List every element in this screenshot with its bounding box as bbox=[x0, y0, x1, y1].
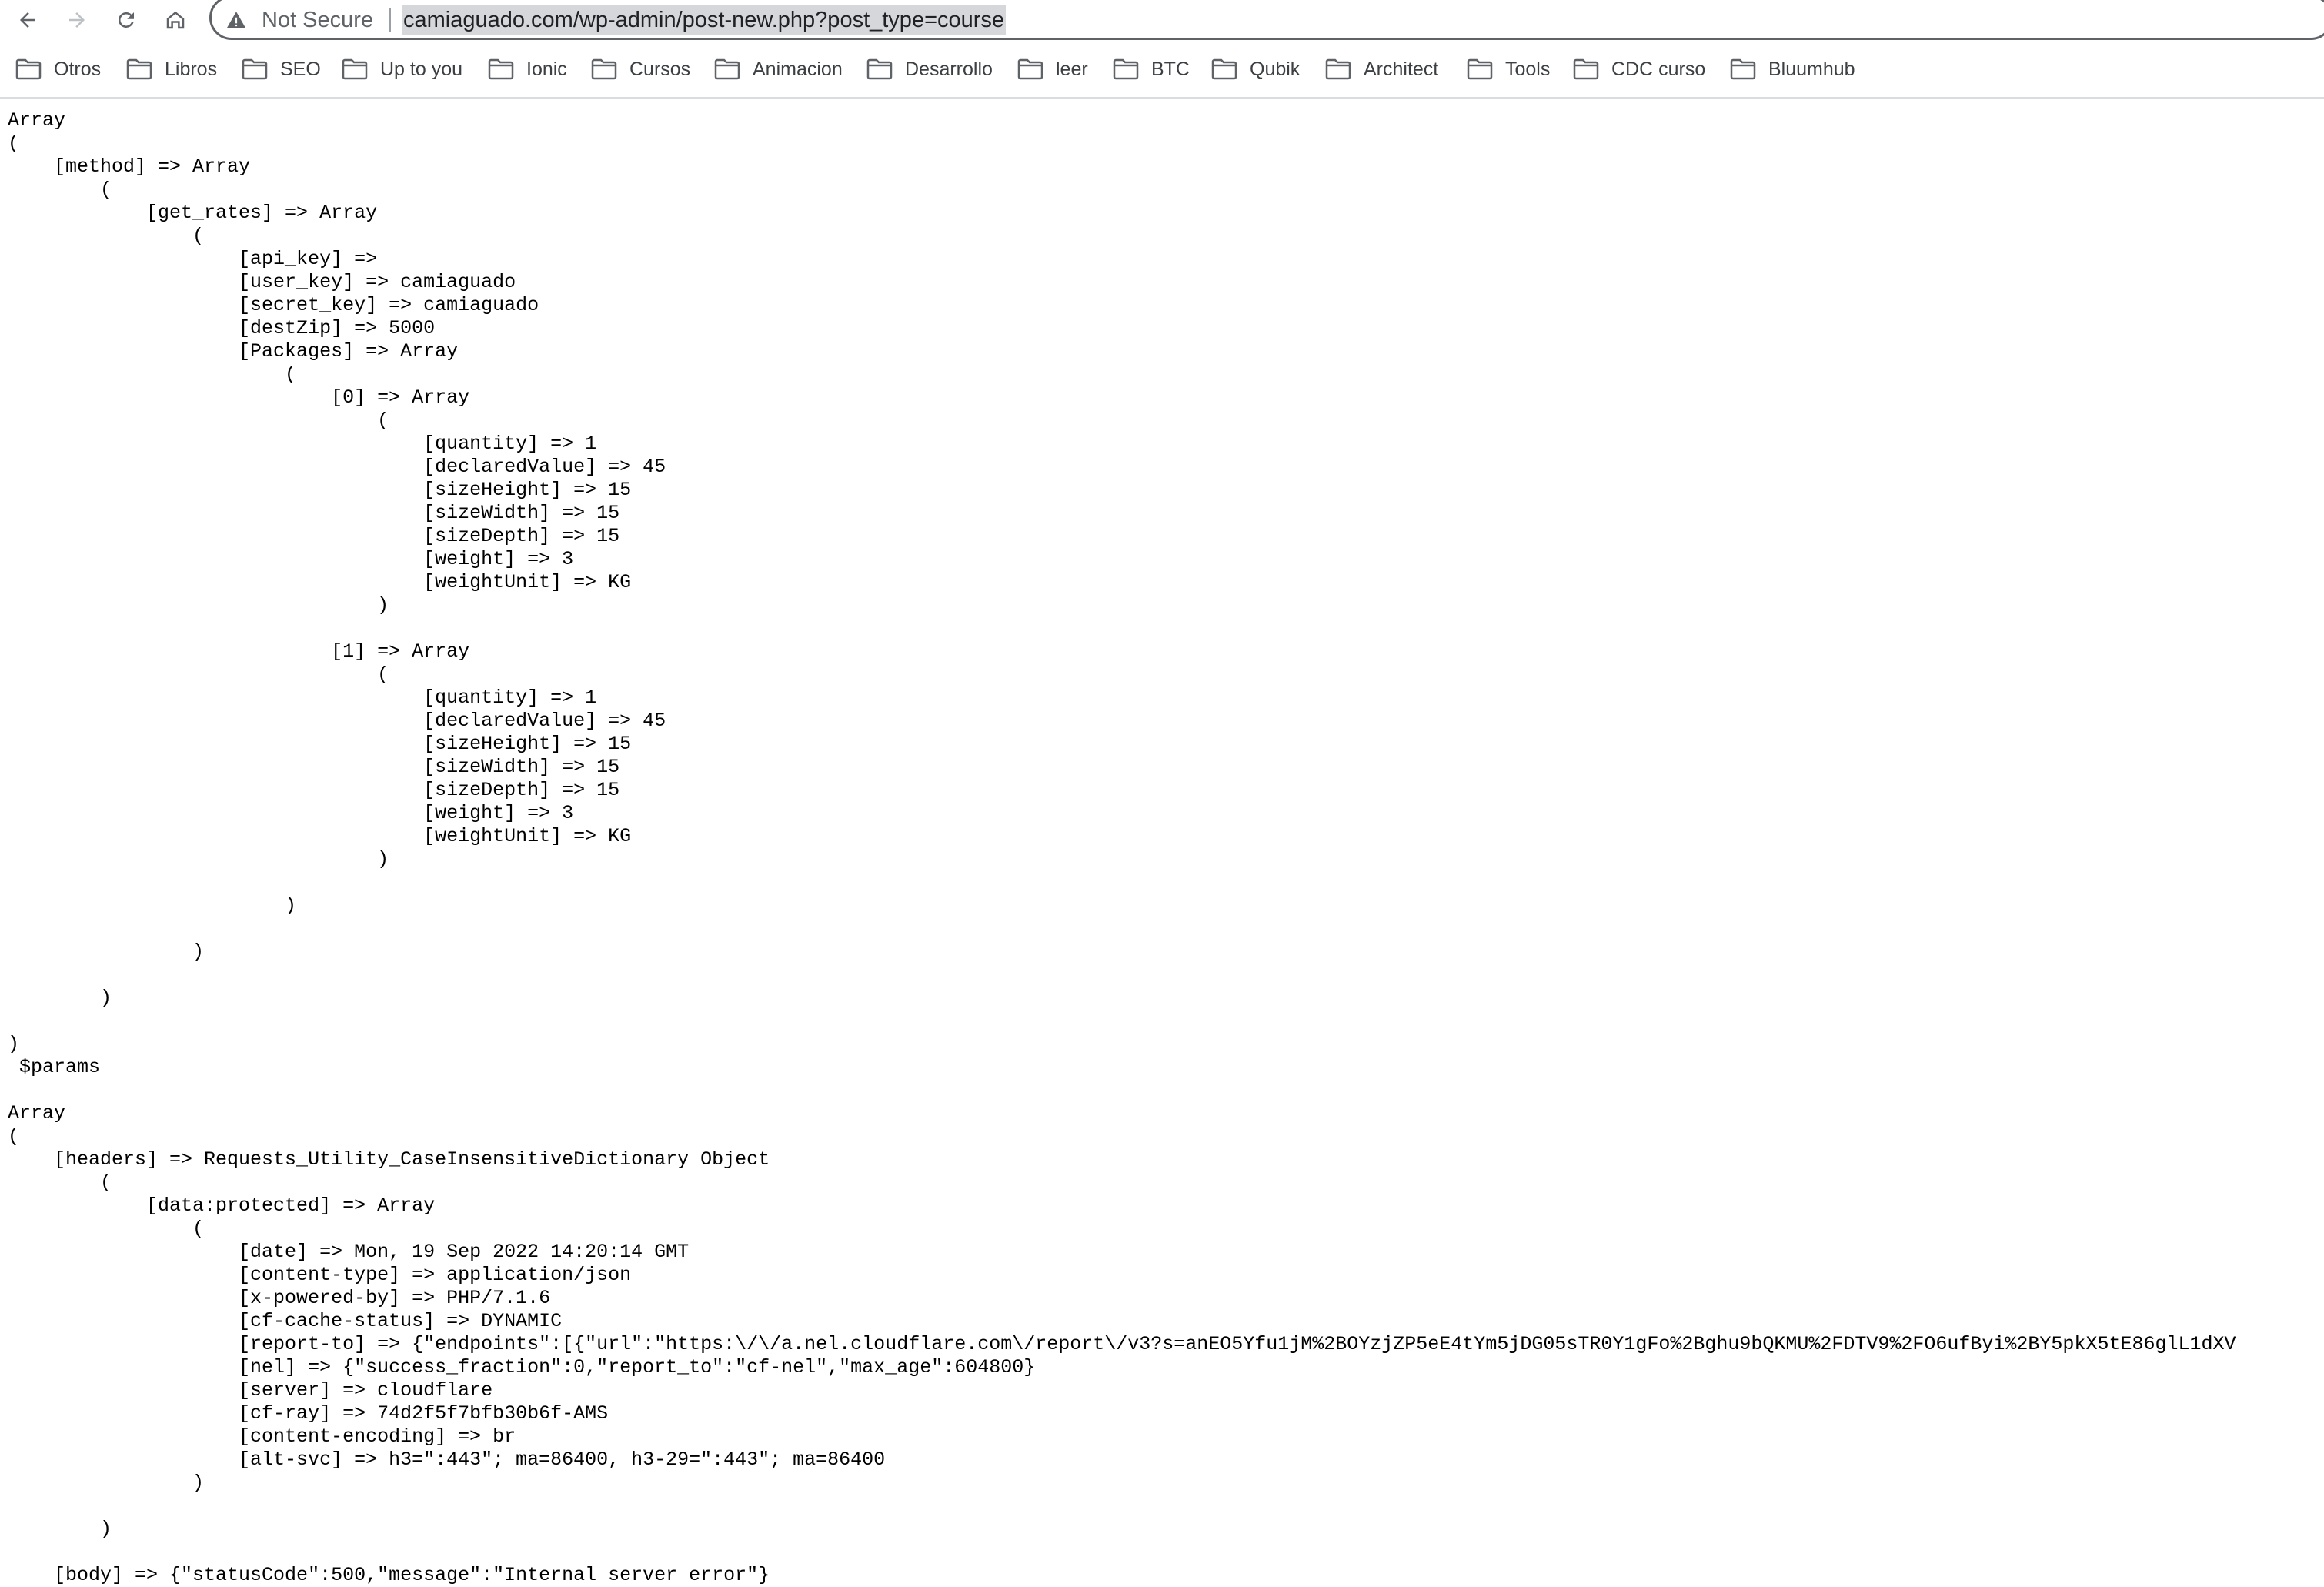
bookmark-desarrollo[interactable]: Desarrollo bbox=[866, 54, 993, 85]
bookmark-libros[interactable]: Libros bbox=[126, 54, 217, 85]
folder-icon bbox=[1325, 58, 1351, 80]
bookmarks-bar: Otros Libros SEO Up to you Ionic Cursos … bbox=[0, 45, 2324, 94]
folder-icon bbox=[1467, 58, 1493, 80]
bookmark-bluumhub[interactable]: Bluumhub bbox=[1730, 54, 1855, 85]
folder-icon bbox=[591, 58, 617, 80]
bookmark-label: Qubik bbox=[1250, 58, 1301, 80]
bookmark-label: Up to you bbox=[380, 58, 463, 80]
php-array-dump: Array ( [method] => Array ( [get_rates] … bbox=[8, 109, 2236, 1586]
bookmark-label: Libros bbox=[165, 58, 218, 80]
bookmark-btc[interactable]: BTC bbox=[1113, 54, 1190, 85]
folder-icon bbox=[866, 58, 893, 80]
bookmark-leer[interactable]: leer bbox=[1017, 54, 1088, 85]
bookmark-label: Cursos bbox=[629, 58, 691, 80]
folder-icon bbox=[1017, 58, 1043, 80]
bookmark-label: Desarrollo bbox=[905, 58, 993, 80]
bookmark-label: Ionic bbox=[526, 58, 567, 80]
arrow-right-icon bbox=[69, 12, 85, 28]
folder-icon bbox=[126, 58, 152, 80]
arrow-left-icon bbox=[20, 12, 35, 28]
folder-icon bbox=[714, 58, 740, 80]
back-button[interactable] bbox=[6, 0, 49, 40]
warning-triangle-icon[interactable] bbox=[226, 11, 246, 29]
folder-icon bbox=[1730, 58, 1756, 80]
bookmark-cursos[interactable]: Cursos bbox=[591, 54, 690, 85]
security-status-label[interactable]: Not Secure bbox=[262, 5, 373, 35]
bookmark-label: SEO bbox=[280, 58, 321, 80]
url-text[interactable]: camiaguado.com/wp-admin/post-new.php?pos… bbox=[402, 5, 1007, 35]
bookmark-tools[interactable]: Tools bbox=[1467, 54, 1550, 85]
bookmark-label: CDC curso bbox=[1611, 58, 1706, 80]
home-button[interactable] bbox=[154, 0, 197, 40]
folder-icon bbox=[342, 58, 368, 80]
bookmark-architect[interactable]: Architect bbox=[1325, 54, 1438, 85]
folder-icon bbox=[488, 58, 514, 80]
browser-toolbar: Not Secure camiaguado.com/wp-admin/post-… bbox=[0, 0, 2324, 40]
folder-icon bbox=[15, 58, 42, 80]
forward-button[interactable] bbox=[55, 0, 99, 40]
bookmark-label: Animacion bbox=[753, 58, 843, 80]
reload-button[interactable] bbox=[105, 0, 148, 40]
bookmark-qubik[interactable]: Qubik bbox=[1211, 54, 1300, 85]
reload-icon bbox=[118, 12, 134, 28]
bookmark-animacion[interactable]: Animacion bbox=[714, 54, 843, 85]
bookmark-label: Architect bbox=[1364, 58, 1439, 80]
page-content: Array ( [method] => Array ( [get_rates] … bbox=[0, 99, 2324, 1587]
bookmark-label: BTC bbox=[1151, 58, 1190, 80]
bookmark-otros[interactable]: Otros bbox=[15, 54, 101, 85]
folder-icon bbox=[242, 58, 268, 80]
home-icon bbox=[166, 11, 185, 29]
bookmark-up-to-you[interactable]: Up to you bbox=[342, 54, 462, 85]
folder-icon bbox=[1211, 58, 1237, 80]
bookmark-ionic[interactable]: Ionic bbox=[488, 54, 567, 85]
folder-icon bbox=[1113, 58, 1139, 80]
bookmark-seo[interactable]: SEO bbox=[242, 54, 321, 85]
bookmark-label: Tools bbox=[1505, 58, 1551, 80]
address-bar-divider bbox=[389, 8, 391, 32]
folder-icon bbox=[1573, 58, 1599, 80]
bookmark-label: leer bbox=[1056, 58, 1088, 80]
bookmark-label: Otros bbox=[54, 58, 102, 80]
bookmark-cdc-curso[interactable]: CDC curso bbox=[1573, 54, 1705, 85]
bookmark-label: Bluumhub bbox=[1768, 58, 1855, 80]
